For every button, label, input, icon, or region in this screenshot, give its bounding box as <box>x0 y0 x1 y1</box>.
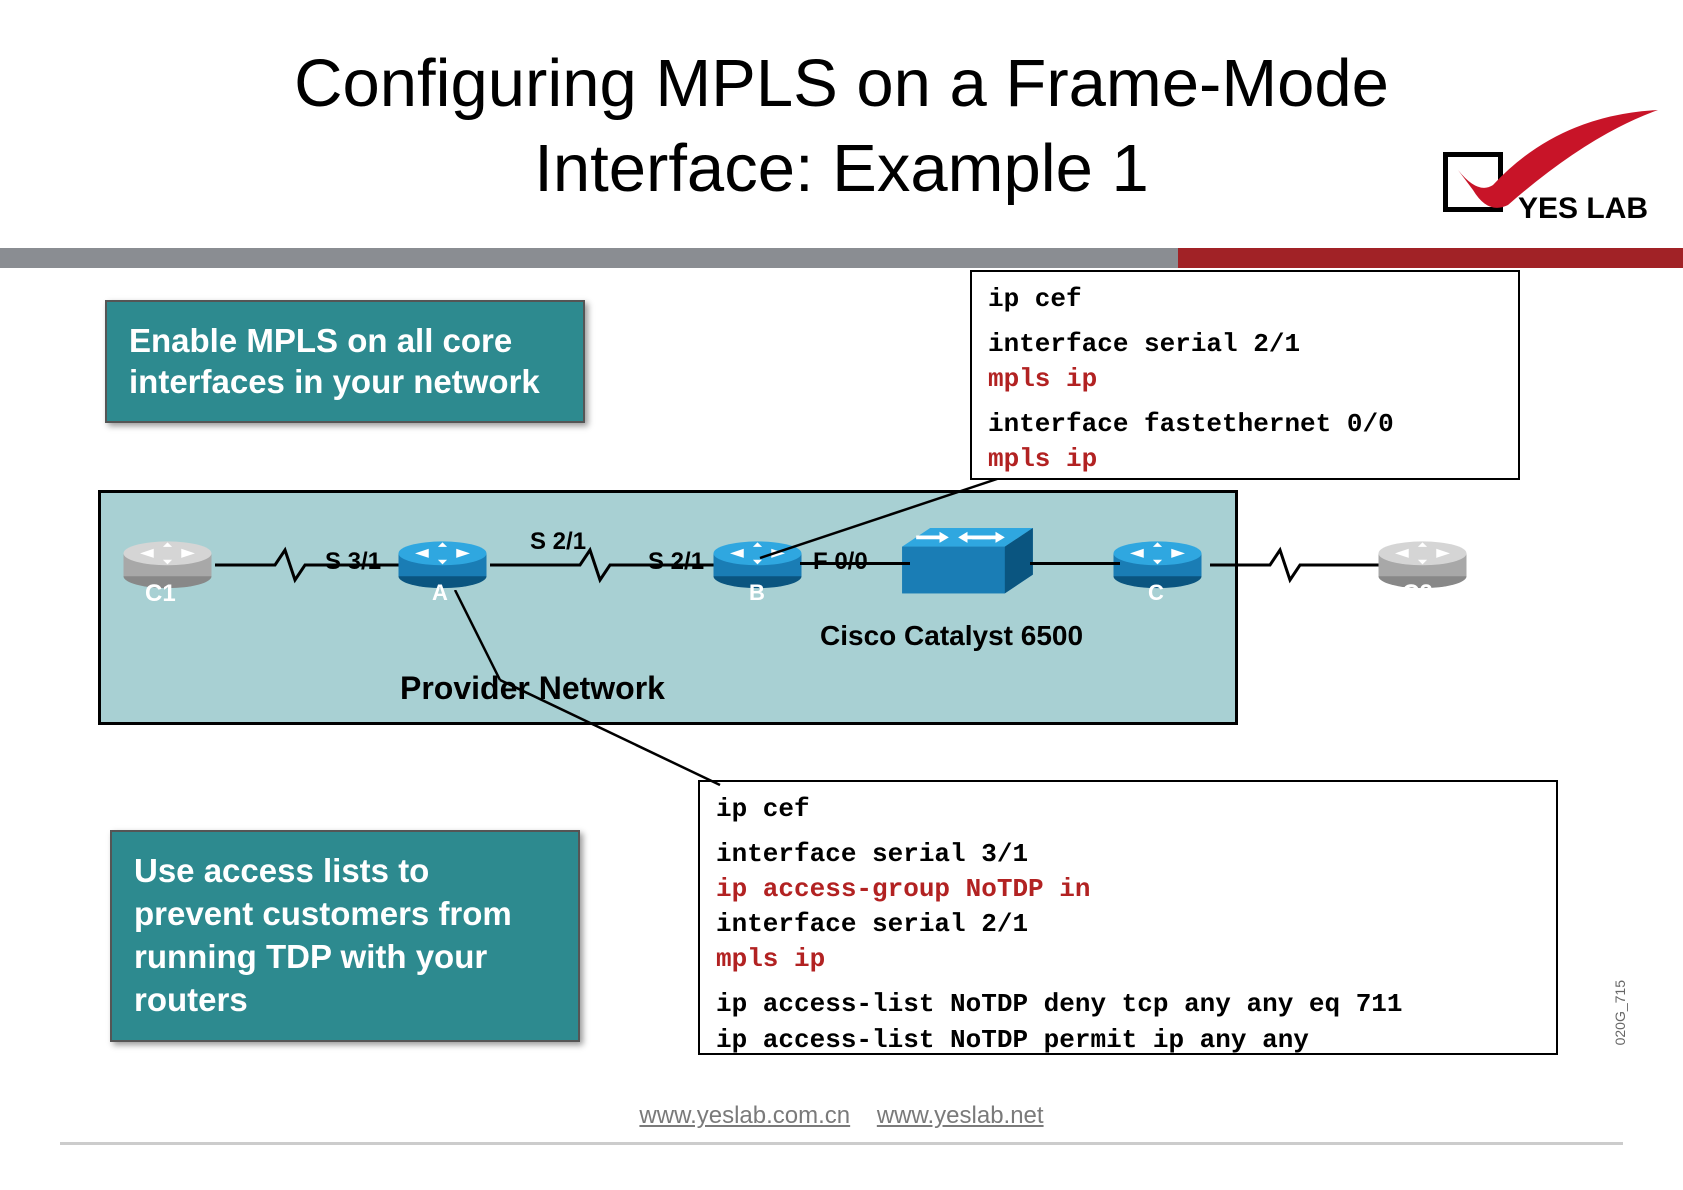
link-c-c2 <box>1210 545 1380 585</box>
info-box-enable-mpls: Enable MPLS on all core interfaces in yo… <box>105 300 585 423</box>
code2-line5: mpls ip <box>716 942 1540 977</box>
code1-line3: mpls ip <box>988 362 1502 397</box>
intf-a-s21-label: S 2/1 <box>530 528 586 556</box>
code2-line2: interface serial 3/1 <box>716 837 1540 872</box>
title-line-1: Configuring MPLS on a Frame-Mode <box>294 46 1389 121</box>
router-c2-label: C2 <box>1402 580 1433 608</box>
top-accent-bar <box>0 248 1683 268</box>
intf-b-s21-label: S 2/1 <box>648 548 704 576</box>
code1-line5: mpls ip <box>988 442 1502 477</box>
code1-line4: interface fastethernet 0/0 <box>988 407 1502 442</box>
code1-line1: ip cef <box>988 282 1502 317</box>
yeslab-logo: YES LAB <box>1378 120 1658 240</box>
callout-code2-to-a <box>440 590 770 790</box>
code2-line6: ip access-list NoTDP deny tcp any any eq… <box>716 987 1540 1022</box>
catalyst-label: Cisco Catalyst 6500 <box>820 620 1083 652</box>
code1-line2: interface serial 2/1 <box>988 327 1502 362</box>
callout-code1-to-b <box>700 478 1030 563</box>
logo-text: YES LAB <box>1518 192 1648 226</box>
router-c-label: C <box>1148 580 1164 606</box>
code2-line4: interface serial 2/1 <box>716 907 1540 942</box>
slide: Configuring MPLS on a Frame-Mode Interfa… <box>0 0 1683 1190</box>
code2-line7: ip access-list NoTDP permit ip any any <box>716 1023 1540 1058</box>
router-c1-label: C1 <box>145 580 176 608</box>
code2-line1: ip cef <box>716 792 1540 827</box>
intf-s31-label: S 3/1 <box>325 548 381 576</box>
code-box-router-b: ip cef interface serial 2/1 mpls ip inte… <box>970 270 1520 480</box>
code-box-router-a: ip cef interface serial 3/1 ip access-gr… <box>698 780 1558 1055</box>
slide-id: 020G_715 <box>1612 980 1628 1045</box>
footer-link-1[interactable]: www.yeslab.com.cn <box>639 1102 850 1129</box>
link-switch-c <box>1030 562 1120 565</box>
info-box-access-lists: Use access lists to prevent customers fr… <box>110 830 580 1042</box>
footer-divider <box>60 1142 1623 1145</box>
code2-line3: ip access-group NoTDP in <box>716 872 1540 907</box>
footer-link-2[interactable]: www.yeslab.net <box>877 1102 1044 1129</box>
footer: www.yeslab.com.cn www.yeslab.net <box>0 1102 1683 1130</box>
